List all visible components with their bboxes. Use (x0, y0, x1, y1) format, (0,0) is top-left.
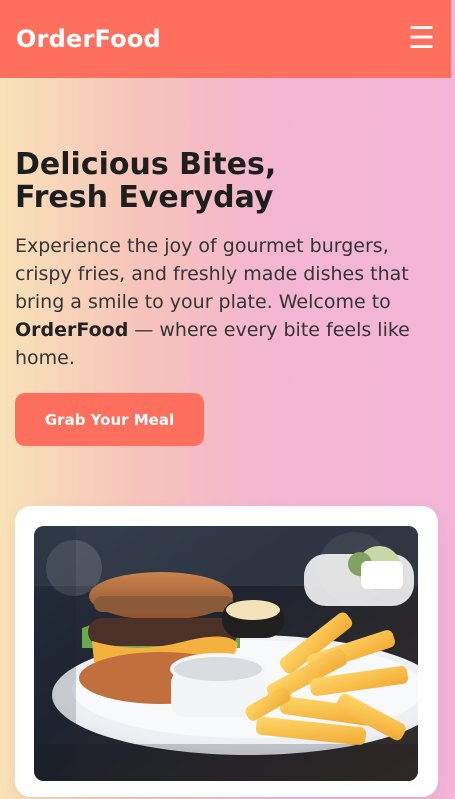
brand-logo[interactable]: OrderFood (16, 25, 161, 53)
hero-title-line-2: Fresh Everyday (15, 180, 274, 215)
top-navbar: OrderFood ☰ (0, 0, 451, 78)
hero-description-part-1: Experience the joy of gourmet burgers, c… (15, 235, 409, 314)
page: OrderFood ☰ Delicious Bites, Fresh Every… (0, 0, 455, 799)
burger-and-fries-image (34, 526, 418, 781)
grab-your-meal-button[interactable]: Grab Your Meal (15, 393, 204, 446)
hero-title-line-1: Delicious Bites, (15, 147, 277, 182)
hamburger-menu-icon[interactable]: ☰ (408, 24, 435, 54)
hero-section: Delicious Bites, Fresh Everyday Experien… (15, 148, 420, 373)
hero-image-card (15, 506, 438, 797)
hero-description: Experience the joy of gourmet burgers, c… (15, 232, 420, 373)
hero-title: Delicious Bites, Fresh Everyday (15, 148, 420, 214)
burger-plate-illustration (34, 526, 418, 781)
hero-description-brand: OrderFood (15, 319, 129, 342)
